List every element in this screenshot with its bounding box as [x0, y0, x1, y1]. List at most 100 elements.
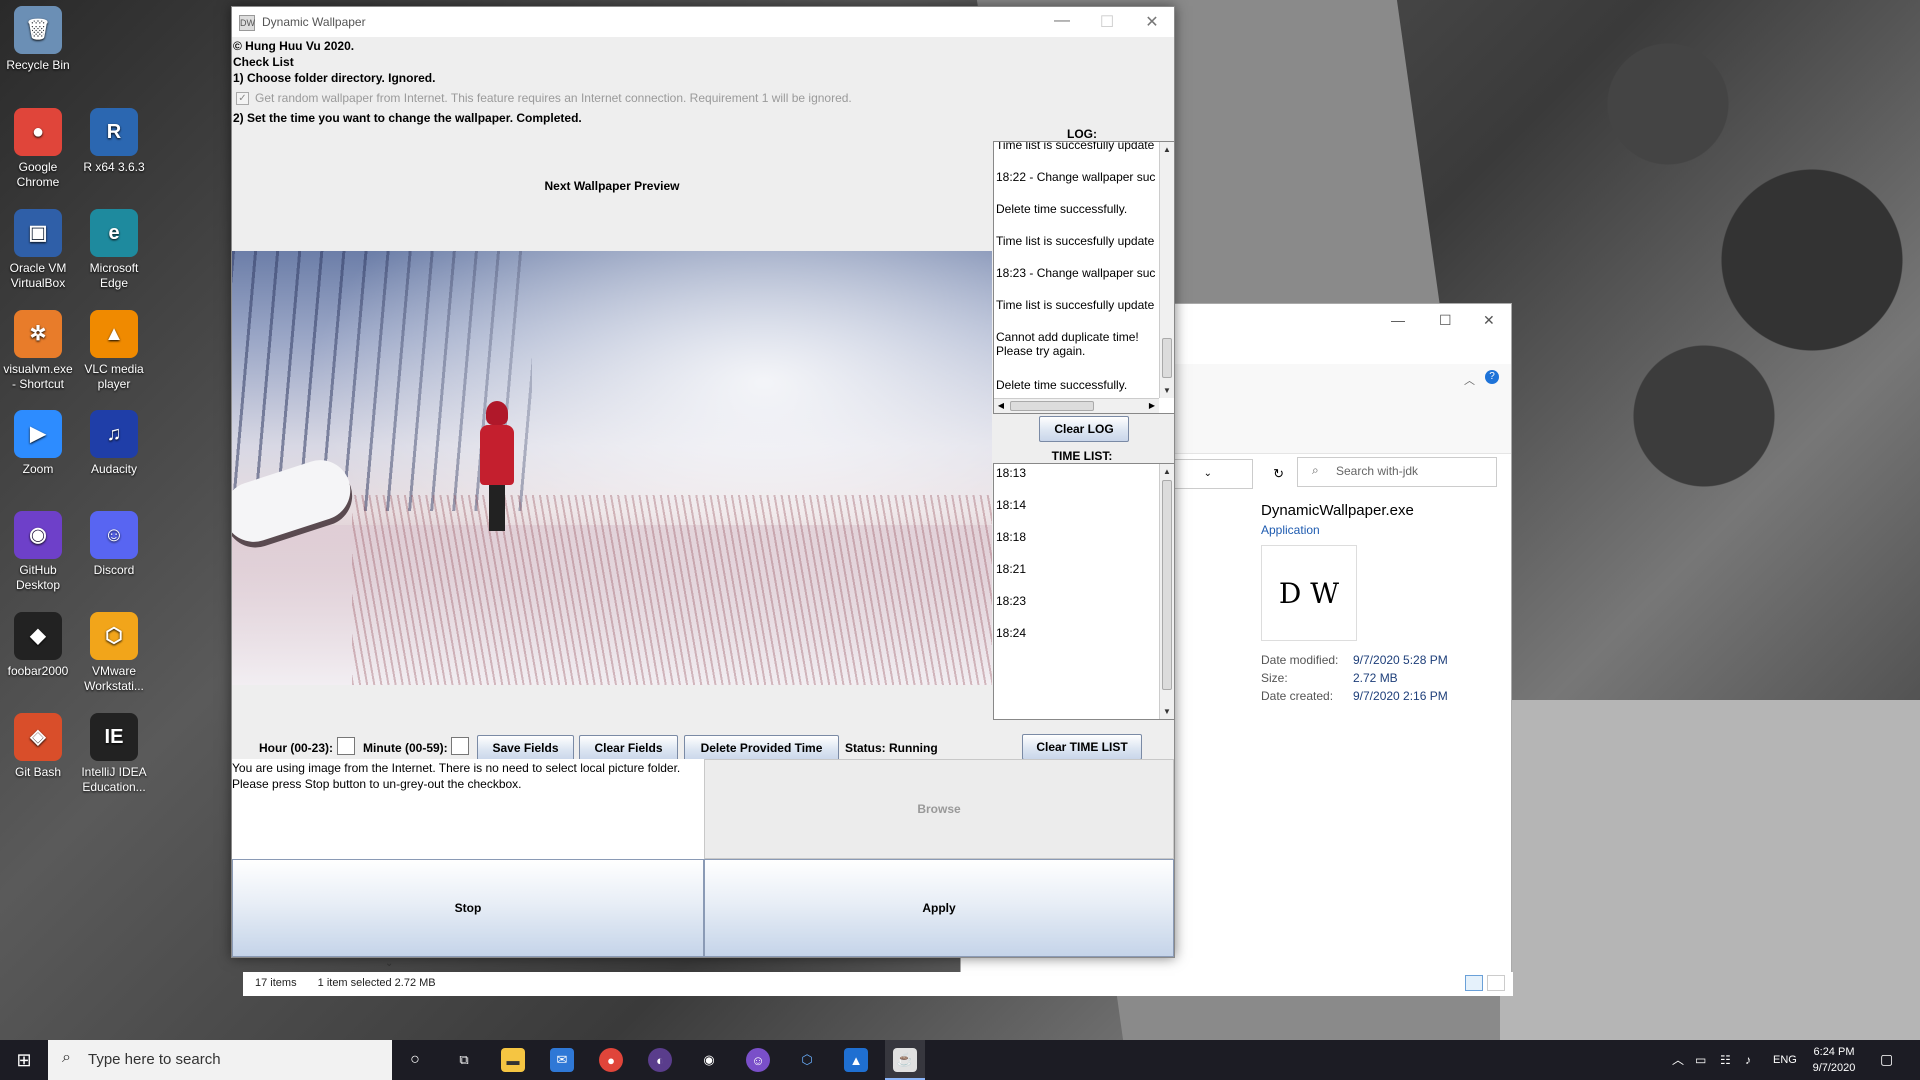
details-view-icon[interactable]: [1465, 975, 1483, 991]
desktop-icon[interactable]: IE IntelliJ IDEA Education...: [76, 713, 152, 795]
clock[interactable]: 6:24 PM 9/7/2020: [1808, 1044, 1860, 1076]
show-hidden-icons-icon[interactable]: ︿: [1672, 1052, 1684, 1068]
close-icon[interactable]: ✕: [1483, 312, 1495, 329]
hour-input[interactable]: [337, 737, 355, 755]
desktop-icon-label: Google Chrome: [16, 160, 60, 189]
browse-button[interactable]: Browse: [704, 759, 1174, 859]
notifications-icon[interactable]: ▢: [1880, 1051, 1893, 1067]
taskbar-search[interactable]: ⌕ Type here to search: [48, 1040, 392, 1080]
scroll-down-icon[interactable]: ▼: [1160, 704, 1174, 719]
log-horizontal-scrollbar[interactable]: ◀ ▶: [994, 398, 1159, 413]
photos-icon[interactable]: ▲: [844, 1048, 868, 1072]
log-entry[interactable]: Time list is succesfully update: [994, 142, 1159, 170]
battery-icon[interactable]: ▭: [1695, 1052, 1706, 1068]
time-list[interactable]: 18:13 18:14 18:18 18:21 18:23 18:24 ▲ ▼: [993, 463, 1175, 720]
status-selection: 1 item selected 2.72 MB: [317, 977, 436, 989]
chrome-icon[interactable]: ●: [599, 1048, 623, 1072]
minute-label: Minute (00-59):: [363, 741, 448, 755]
desktop-icon[interactable]: ✲ visualvm.exe - Shortcut: [0, 310, 76, 392]
log-entry[interactable]: 18:22 - Change wallpaper suc: [994, 170, 1159, 202]
time-list-item[interactable]: 18:14: [994, 496, 1159, 528]
chevron-down-icon[interactable]: ⌄: [1204, 468, 1212, 479]
minimize-icon[interactable]: —: [1047, 12, 1077, 30]
time-list-item[interactable]: 18:23: [994, 592, 1159, 624]
maximize-icon[interactable]: ☐: [1439, 312, 1452, 329]
volume-icon[interactable]: ♪: [1745, 1052, 1751, 1068]
search-icon: ⌕: [62, 1049, 71, 1066]
log-entry[interactable]: Cannot add duplicate time! Please try ag…: [994, 330, 1159, 378]
desktop-icon[interactable]: ▲ VLC media player: [76, 310, 152, 392]
app-icon: ◉: [14, 511, 62, 559]
scroll-right-icon[interactable]: ▶: [1145, 399, 1159, 413]
desktop-icon[interactable]: ◆ foobar2000: [0, 612, 76, 679]
explorer-search-input[interactable]: ⌕ Search with-jdk: [1297, 457, 1497, 487]
discord-icon[interactable]: ☺: [746, 1048, 770, 1072]
desktop-icon[interactable]: ▣ Oracle VM VirtualBox: [0, 209, 76, 291]
desktop-icon[interactable]: 🗑 Recycle Bin: [0, 6, 76, 73]
time-list-item[interactable]: 18:24: [994, 624, 1159, 656]
desktop-icon-label: R x64 3.6.3: [83, 160, 145, 174]
date-created-label: Date created:: [1261, 689, 1334, 703]
desktop-icon[interactable]: R R x64 3.6.3: [76, 108, 152, 175]
close-icon[interactable]: ✕: [1137, 12, 1167, 32]
minimize-icon[interactable]: —: [1391, 312, 1405, 328]
desktop-icon[interactable]: ☺ Discord: [76, 511, 152, 578]
log-entry[interactable]: Time list is succesfully update: [994, 298, 1159, 330]
scroll-up-icon[interactable]: ▲: [1160, 142, 1174, 157]
chevron-down-icon[interactable]: ⌄: [385, 958, 393, 969]
stop-button[interactable]: Stop: [232, 859, 704, 957]
large-icons-view-icon[interactable]: [1487, 975, 1505, 991]
time-list-item[interactable]: 18:13: [994, 464, 1159, 496]
random-wallpaper-checkbox[interactable]: ✓: [236, 91, 249, 105]
log-entry[interactable]: Time list is succesfully update: [994, 234, 1159, 266]
log-hscroll-thumb[interactable]: [1010, 401, 1094, 411]
task-view-icon[interactable]: ⧉: [452, 1048, 476, 1072]
chevron-up-icon[interactable]: ︿: [1464, 372, 1475, 388]
clear-fields-button[interactable]: Clear Fields: [579, 735, 678, 761]
eclipse-icon[interactable]: ◐: [648, 1048, 672, 1072]
clear-log-button[interactable]: Clear LOG: [1039, 416, 1129, 442]
time-list-item[interactable]: 18:18: [994, 528, 1159, 560]
details-pane: DynamicWallpaper.exe Application D W Dat…: [1261, 502, 1501, 705]
help-icon[interactable]: ?: [1485, 370, 1499, 384]
maximize-icon[interactable]: ☐: [1092, 12, 1122, 32]
desktop-icon[interactable]: ◈ Git Bash: [0, 713, 76, 780]
windows-start-icon[interactable]: ⊞: [0, 1040, 48, 1080]
network-icon[interactable]: ☷: [1720, 1052, 1731, 1068]
clear-time-list-button[interactable]: Clear TIME LIST: [1022, 734, 1142, 760]
log-entry[interactable]: Delete time successfully.: [994, 202, 1159, 234]
desktop-icon-label: foobar2000: [7, 664, 69, 678]
desktop-icon[interactable]: ⬡ VMware Workstati...: [76, 612, 152, 694]
github-icon[interactable]: ◉: [697, 1048, 721, 1072]
desktop-icon[interactable]: ▶ Zoom: [0, 410, 76, 477]
time-list-scrollbar[interactable]: ▲ ▼: [1159, 464, 1174, 719]
time-list-scroll-thumb[interactable]: [1162, 480, 1172, 690]
message-area: You are using image from the Internet. T…: [232, 759, 704, 859]
minute-input[interactable]: [451, 737, 469, 755]
desktop-icon[interactable]: ● Google Chrome: [0, 108, 76, 190]
log-scroll-thumb[interactable]: [1162, 338, 1172, 378]
log-list[interactable]: Time list is succesfully update 18:22 - C…: [993, 141, 1175, 414]
cortana-icon[interactable]: ○: [403, 1048, 427, 1072]
desktop-icon[interactable]: e Microsoft Edge: [76, 209, 152, 291]
log-vertical-scrollbar[interactable]: ▲ ▼: [1159, 142, 1174, 398]
desktop-icon[interactable]: ◉ GitHub Desktop: [0, 511, 76, 593]
requirement-2-text: 2) Set the time you want to change the w…: [233, 111, 582, 125]
delete-time-button[interactable]: Delete Provided Time: [684, 735, 839, 761]
scroll-up-icon[interactable]: ▲: [1160, 464, 1174, 479]
scroll-left-icon[interactable]: ◀: [994, 399, 1008, 413]
language-indicator[interactable]: ENG: [1773, 1052, 1797, 1068]
desktop-icon-label: Microsoft Edge: [89, 261, 139, 290]
time-list-item[interactable]: 18:21: [994, 560, 1159, 592]
wallpaper-sidewalk: [1500, 700, 1920, 1040]
scroll-down-icon[interactable]: ▼: [1160, 383, 1174, 398]
desktop-icon[interactable]: ♫ Audacity: [76, 410, 152, 477]
log-entry[interactable]: 18:23 - Change wallpaper suc: [994, 266, 1159, 298]
virtualbox-icon[interactable]: ⬡: [795, 1048, 819, 1072]
refresh-icon[interactable]: ↻: [1273, 466, 1284, 482]
mail-icon[interactable]: ✉: [550, 1048, 574, 1072]
save-fields-button[interactable]: Save Fields: [477, 735, 574, 761]
desktop-icon-label: Discord: [93, 563, 135, 577]
apply-button[interactable]: Apply: [704, 859, 1174, 957]
file-explorer-icon[interactable]: ▬: [501, 1048, 525, 1072]
